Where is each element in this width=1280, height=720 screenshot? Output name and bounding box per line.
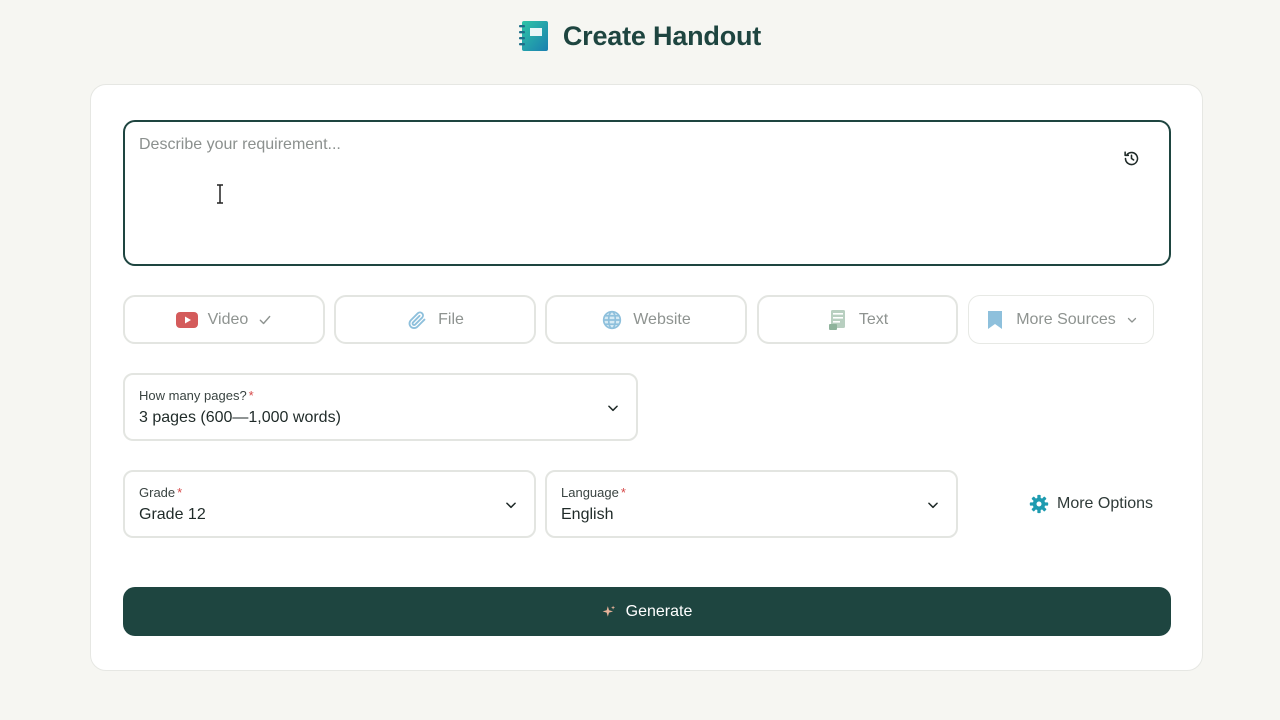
language-value: English [561, 506, 614, 523]
chevron-down-icon [928, 502, 938, 509]
source-file-label: File [438, 310, 464, 328]
chevron-down-icon [1127, 317, 1136, 323]
sparkle-icon [602, 605, 615, 617]
generate-label: Generate [625, 602, 693, 620]
source-text-button[interactable]: Text [757, 295, 958, 344]
language-label: Language * [561, 485, 626, 500]
language-select[interactable]: Language * English [545, 470, 958, 538]
source-file-button[interactable]: File [334, 295, 536, 344]
page-header: Create Handout [0, 18, 1280, 54]
page-title: Create Handout [562, 20, 762, 51]
source-website-label: Website [633, 310, 691, 328]
youtube-icon [175, 310, 198, 330]
requirement-box [123, 120, 1171, 266]
pages-label: How many pages? * [139, 388, 254, 403]
history-button[interactable] [1121, 148, 1141, 168]
requirement-input[interactable] [139, 136, 1099, 246]
chevron-down-icon [506, 502, 516, 509]
grade-label: Grade * [139, 485, 183, 500]
more-sources-button[interactable]: More Sources [968, 295, 1154, 344]
grade-select[interactable]: Grade * Grade 12 [123, 470, 536, 538]
globe-icon [601, 310, 623, 330]
source-text-label: Text [858, 310, 889, 328]
paperclip-icon [406, 310, 428, 330]
source-video-button[interactable]: Video [123, 295, 325, 344]
bookmark-icon [984, 310, 1006, 330]
source-options: Video File Website Text More Sources [123, 295, 1171, 344]
more-options-label: More Options [1057, 495, 1154, 512]
pages-select[interactable]: How many pages? * 3 pages (600—1,000 word… [123, 373, 638, 441]
notebook-icon [518, 21, 548, 51]
history-icon [1123, 150, 1138, 165]
more-sources-label: More Sources [1016, 310, 1116, 328]
check-icon [259, 315, 271, 324]
text-cursor-icon [217, 184, 223, 204]
gear-icon [1029, 494, 1049, 514]
more-options-button[interactable]: More Options [1029, 492, 1153, 516]
source-website-button[interactable]: Website [545, 295, 747, 344]
source-video-label: Video [207, 310, 249, 328]
handout-form-card: Video File Website Text More Sour [90, 84, 1203, 671]
chevron-down-icon [608, 405, 618, 412]
pages-value: 3 pages (600—1,000 words) [139, 409, 341, 426]
grade-value: Grade 12 [139, 506, 206, 523]
document-icon [827, 309, 849, 330]
generate-button[interactable]: Generate [123, 587, 1171, 636]
